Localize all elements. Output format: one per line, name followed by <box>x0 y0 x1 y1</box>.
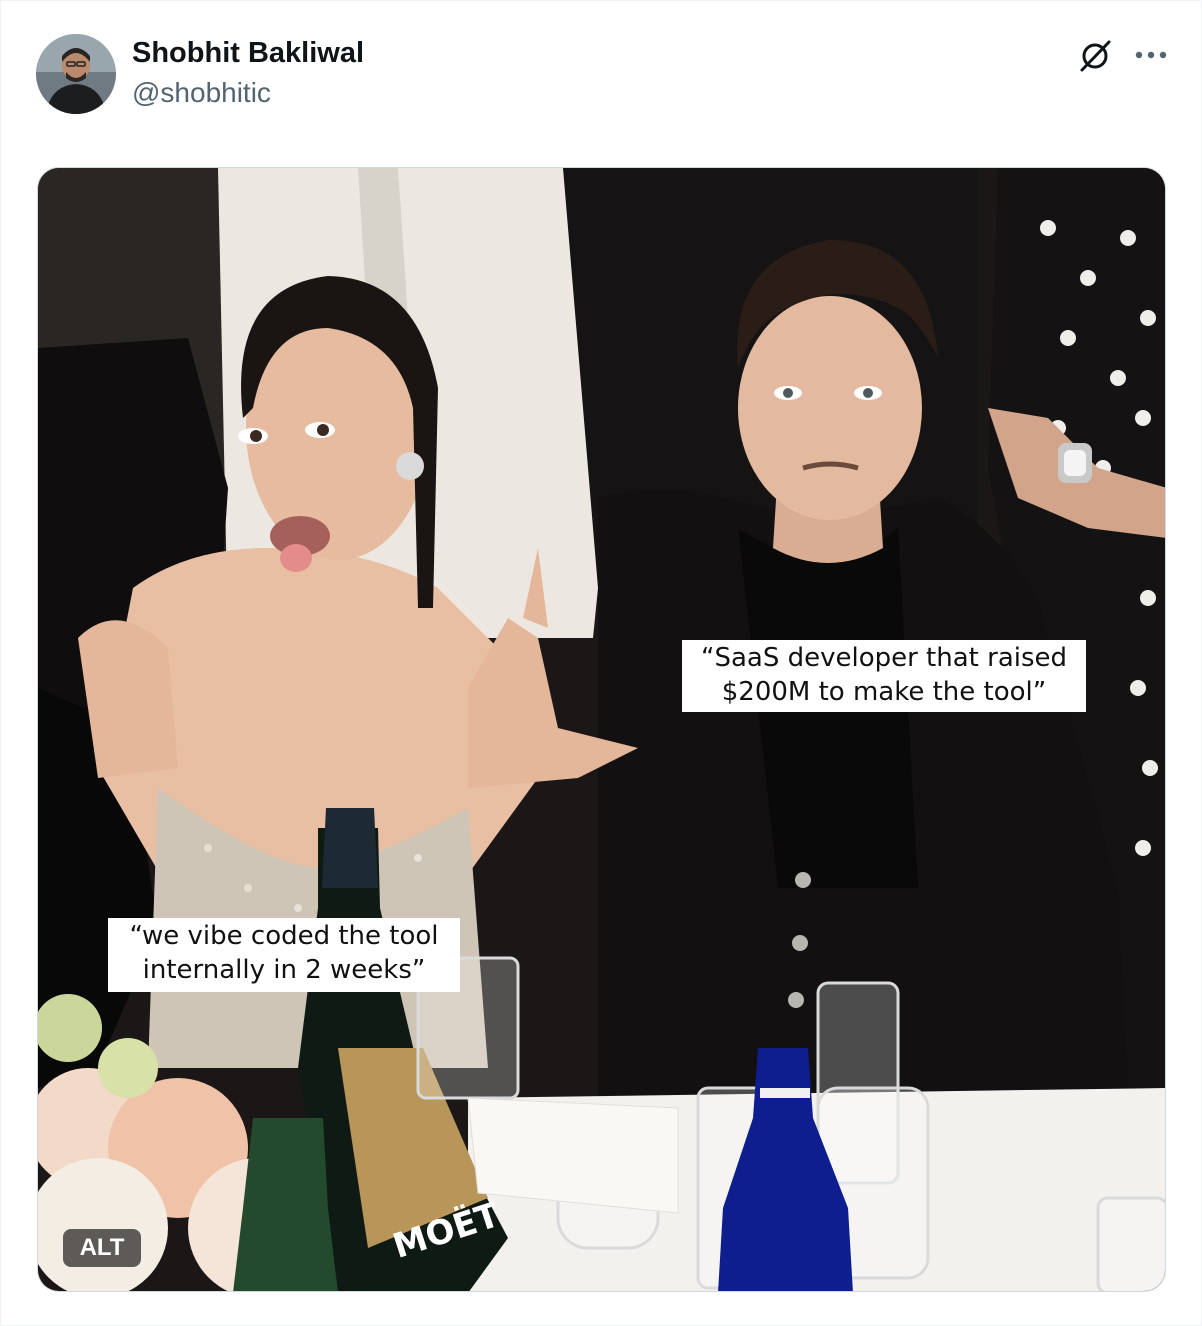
avatar-image <box>36 34 116 114</box>
alt-text-button[interactable]: ALT <box>63 1229 141 1267</box>
grok-icon <box>1080 40 1111 72</box>
tweet-card: Shobhit Bakliwal @shobhitic MOËT “SaaS d… <box>0 0 1202 1326</box>
caption-top-right: “SaaS developer that raised $200M to mak… <box>682 640 1086 712</box>
tweet-media[interactable]: MOËT “SaaS developer that raised $200M t… <box>37 167 1166 1292</box>
author-handle[interactable]: @shobhitic <box>132 77 271 109</box>
author-name[interactable]: Shobhit Bakliwal <box>132 37 364 70</box>
photo: MOËT <box>38 168 1165 1291</box>
more-horizontal-icon <box>1135 51 1167 59</box>
grok-button[interactable] <box>1072 33 1118 79</box>
avatar[interactable] <box>36 34 116 114</box>
caption-bottom-left: “we vibe coded the tool internally in 2 … <box>108 918 460 992</box>
more-button[interactable] <box>1129 33 1173 77</box>
